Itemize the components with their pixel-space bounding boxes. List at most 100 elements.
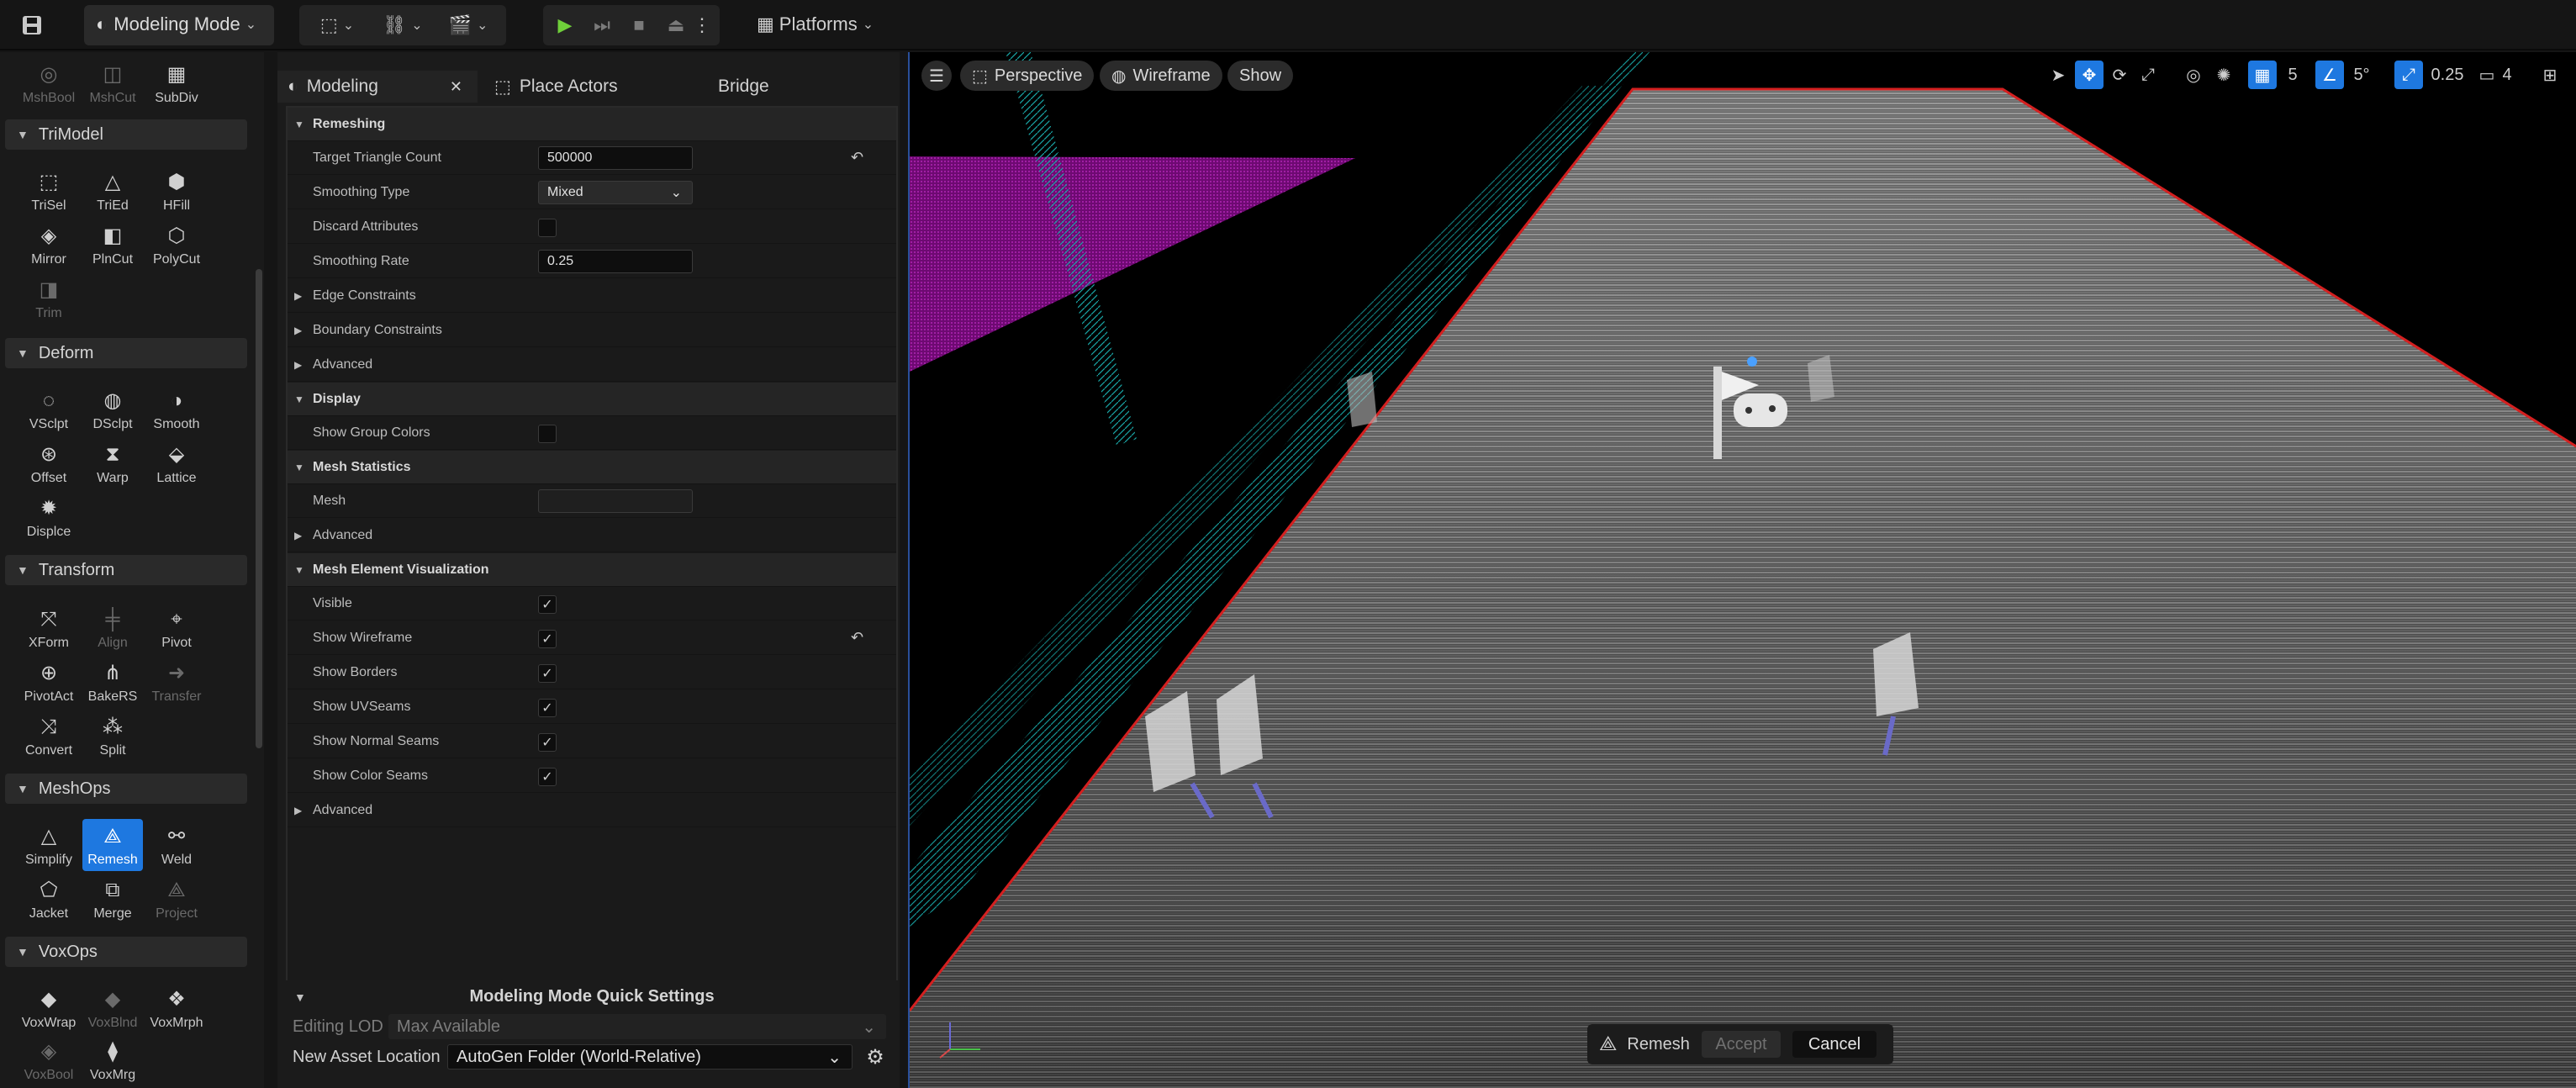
- maximize-layout-icon[interactable]: ⊞: [2537, 61, 2563, 89]
- accept-button[interactable]: Accept: [1702, 1031, 1781, 1058]
- editing-lod-dropdown[interactable]: Max Available ⌄: [388, 1014, 886, 1039]
- tool-transfer[interactable]: ➜ Transfer: [146, 656, 207, 708]
- tool-subdiv[interactable]: ▦ SubDiv: [146, 57, 207, 109]
- tool-pivot[interactable]: ⌖ Pivot: [146, 602, 207, 654]
- tool-split[interactable]: ⁂ Split: [82, 710, 143, 762]
- tool-warp[interactable]: ⧗ Warp: [82, 437, 143, 489]
- rotate-gizmo-icon[interactable]: ⟳: [2107, 61, 2132, 89]
- reset-icon[interactable]: ↶: [851, 149, 863, 166]
- view-mode-button[interactable]: ◍ Wireframe: [1100, 61, 1222, 91]
- mode-selector[interactable]: ◐ Modeling Mode ⌄: [84, 5, 274, 45]
- category-mesh-statistics[interactable]: ▼ Mesh Statistics: [288, 451, 896, 484]
- show-uvseams-checkbox[interactable]: ✓: [538, 699, 557, 717]
- group-advanced[interactable]: ▶ Advanced: [288, 348, 896, 382]
- grid-snap-icon[interactable]: ▦: [2248, 61, 2277, 89]
- smoothing-type-dropdown[interactable]: Mixed ⌄: [538, 181, 693, 204]
- section-voxops[interactable]: ▼ VoxOps: [5, 937, 247, 967]
- tool-weld[interactable]: ⚯ Weld: [146, 819, 207, 871]
- asset-location-dropdown[interactable]: AutoGen Folder (World-Relative) ⌄: [447, 1044, 853, 1070]
- tool-dsclpt[interactable]: ◍ DSclpt: [82, 383, 143, 436]
- tool-mshbool[interactable]: ◎ MshBool: [18, 57, 79, 109]
- tool-displce[interactable]: ✹ Displce: [18, 491, 79, 543]
- tool-mshcut[interactable]: ◫ MshCut: [82, 57, 143, 109]
- save-icon[interactable]: [15, 8, 49, 42]
- tool-jacket[interactable]: ⬠ Jacket: [18, 873, 79, 925]
- tool-plncut[interactable]: ◧ PlnCut: [82, 219, 143, 271]
- smoothing-rate-input[interactable]: 0.25: [538, 250, 693, 273]
- tool-mirror[interactable]: ◈ Mirror: [18, 219, 79, 271]
- group-boundary-constraints[interactable]: ▶ Boundary Constraints: [288, 314, 896, 347]
- camera-speed-value[interactable]: 4: [2499, 61, 2515, 89]
- tool-hfill[interactable]: ⬢ HFill: [146, 165, 207, 217]
- cinematics-button[interactable]: 🎬 ⌄: [439, 8, 498, 42]
- tool-voxblnd[interactable]: ◆ VoxBlnd: [82, 982, 143, 1034]
- tool-vsclpt[interactable]: ◌ VSclpt: [18, 383, 79, 436]
- select-mode-icon[interactable]: ➤: [2046, 61, 2070, 89]
- tool-merge[interactable]: ⧉ Merge: [82, 873, 143, 925]
- tab-bridge[interactable]: Bridge: [718, 71, 819, 103]
- tool-polycut[interactable]: ⬡ PolyCut: [146, 219, 207, 271]
- step-icon[interactable]: ⏭: [585, 8, 619, 42]
- tab-place-actors[interactable]: ⬚ Place Actors: [486, 71, 679, 103]
- palette-scroll-thumb[interactable]: [256, 269, 262, 748]
- tool-voxbool[interactable]: ◈ VoxBool: [18, 1034, 79, 1086]
- tool-trisel[interactable]: ⬚ TriSel: [18, 165, 79, 217]
- discard-attributes-checkbox[interactable]: [538, 219, 557, 237]
- viewport-menu-icon[interactable]: ☰: [921, 61, 952, 91]
- eject-icon[interactable]: ⏏: [659, 8, 693, 42]
- tool-pivotact[interactable]: ⊕ PivotAct: [18, 656, 79, 708]
- platforms-button[interactable]: ▦ Platforms ⌄: [747, 5, 889, 45]
- target-triangle-count-input[interactable]: 500000: [538, 146, 693, 170]
- tool-remesh[interactable]: ⟁ Remesh: [82, 819, 143, 871]
- stop-icon[interactable]: ■: [622, 8, 656, 42]
- angle-snap-icon[interactable]: ∠: [2315, 61, 2344, 89]
- grid-snap-value[interactable]: 5: [2282, 61, 2304, 89]
- tool-bakers[interactable]: ⋔ BakeRS: [82, 656, 143, 708]
- close-icon[interactable]: ✕: [450, 78, 462, 96]
- group-advanced-2[interactable]: ▶ Advanced: [288, 519, 896, 552]
- blueprint-button[interactable]: ⛓ ⌄: [373, 8, 432, 42]
- add-content-button[interactable]: ⬚ ⌄: [308, 8, 367, 42]
- show-group-colors-checkbox[interactable]: [538, 425, 557, 443]
- cancel-button[interactable]: Cancel: [1792, 1031, 1877, 1058]
- reset-icon[interactable]: ↶: [851, 629, 863, 647]
- show-normal-seams-checkbox[interactable]: ✓: [538, 733, 557, 752]
- tool-voxmrph[interactable]: ❖ VoxMrph: [146, 982, 207, 1034]
- surface-snap-icon[interactable]: ✺: [2211, 61, 2236, 89]
- show-borders-checkbox[interactable]: ✓: [538, 664, 557, 683]
- tool-lattice[interactable]: ⬙ Lattice: [146, 437, 207, 489]
- visible-checkbox[interactable]: ✓: [538, 595, 557, 614]
- group-edge-constraints[interactable]: ▶ Edge Constraints: [288, 279, 896, 313]
- tool-xform[interactable]: ⤧ XForm: [18, 602, 79, 654]
- category-display[interactable]: ▼ Display: [288, 383, 896, 416]
- show-wireframe-checkbox[interactable]: ✓: [538, 630, 557, 648]
- section-trimodel[interactable]: ▼ TriModel: [5, 119, 247, 150]
- tool-convert[interactable]: ⤨ Convert: [18, 710, 79, 762]
- world-space-icon[interactable]: ◎: [2181, 61, 2206, 89]
- tool-voxwrap[interactable]: ◆ VoxWrap: [18, 982, 79, 1034]
- tab-modeling[interactable]: ◐ Modeling ✕: [277, 71, 478, 103]
- tool-trim[interactable]: ◨ Trim: [18, 272, 79, 325]
- tool-offset[interactable]: ⊛ Offset: [18, 437, 79, 489]
- category-remeshing[interactable]: ▼ Remeshing: [288, 108, 896, 141]
- category-mesh-element-visualization[interactable]: ▼ Mesh Element Visualization: [288, 553, 896, 587]
- angle-snap-value[interactable]: 5°: [2347, 61, 2376, 89]
- more-options-icon[interactable]: ⋮: [689, 8, 715, 42]
- section-transform[interactable]: ▼ Transform: [5, 555, 247, 585]
- play-icon[interactable]: ▶: [548, 8, 582, 42]
- scale-gizmo-icon[interactable]: ⤢: [2135, 61, 2161, 89]
- section-deform[interactable]: ▼ Deform: [5, 338, 247, 368]
- scale-snap-value[interactable]: 0.25: [2426, 61, 2468, 89]
- tool-simplify[interactable]: △ Simplify: [18, 819, 79, 871]
- level-viewport[interactable]: ☰ ⬚ Perspective ◍ Wireframe Show ➤ ✥ ⟳ ⤢ ◎…: [908, 52, 2576, 1088]
- show-color-seams-checkbox[interactable]: ✓: [538, 768, 557, 786]
- tool-project[interactable]: ⟁ Project: [146, 873, 207, 925]
- camera-speed-icon[interactable]: ▭: [2477, 61, 2497, 89]
- show-button[interactable]: Show: [1227, 61, 1294, 91]
- move-gizmo-icon[interactable]: ✥: [2075, 61, 2104, 89]
- tool-align[interactable]: ╪ Align: [82, 602, 143, 654]
- tool-voxmrg[interactable]: ⧫ VoxMrg: [82, 1034, 143, 1086]
- scale-snap-icon[interactable]: ⤢: [2394, 61, 2423, 89]
- perspective-button[interactable]: ⬚ Perspective: [960, 61, 1095, 91]
- tool-smooth[interactable]: ◑ Smooth: [146, 383, 207, 436]
